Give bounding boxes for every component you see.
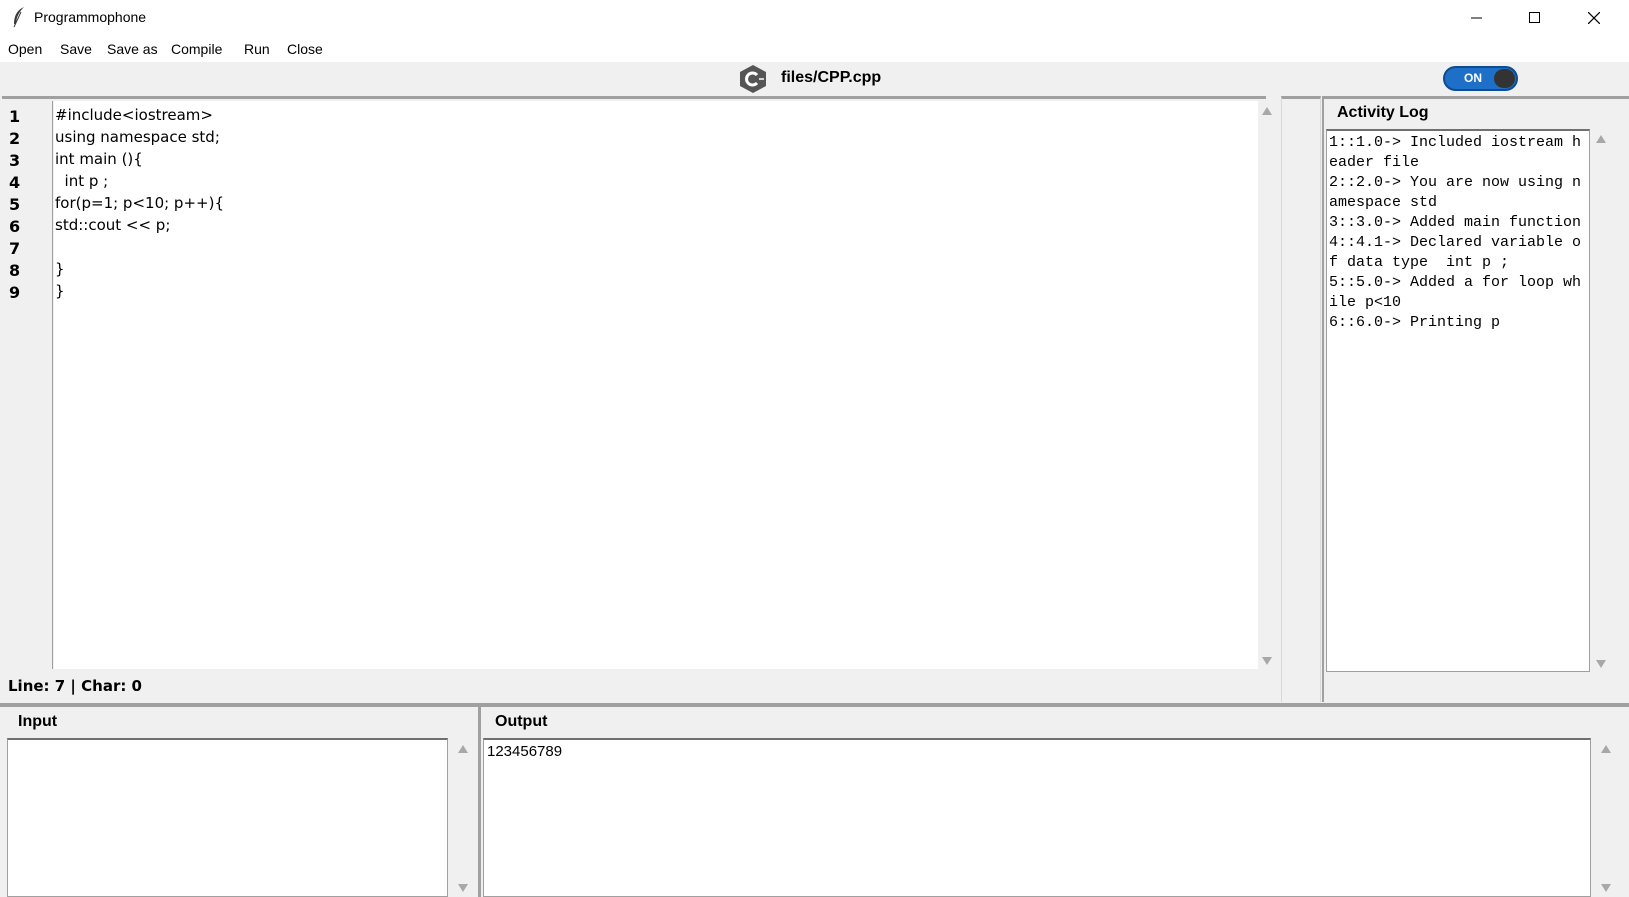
window-title: Programmophone	[34, 9, 147, 25]
scroll-up-icon[interactable]	[1596, 135, 1606, 143]
code-line: int p ;	[55, 172, 109, 190]
code-line: }	[55, 260, 65, 278]
toggle-label: ON	[1464, 71, 1482, 85]
app-window: Programmophone Open Save Save as Compile…	[0, 0, 1629, 897]
toggle-knob	[1494, 69, 1515, 88]
code-line: for(p=1; p<10; p++){	[55, 194, 224, 212]
line-number: 6	[9, 217, 21, 236]
scroll-down-icon[interactable]	[1601, 884, 1611, 892]
menu-save[interactable]: Save	[60, 41, 92, 57]
line-number: 1	[9, 107, 21, 126]
line-number: 9	[9, 283, 21, 302]
minimize-icon	[1471, 17, 1482, 18]
maximize-icon	[1529, 11, 1540, 23]
line-number: 4	[9, 173, 21, 192]
line-number: 7	[9, 239, 21, 258]
cpp-language-icon	[740, 65, 766, 93]
minimize-button[interactable]	[1448, 0, 1506, 35]
scroll-down-icon[interactable]	[1596, 660, 1606, 668]
editor-scrollbar[interactable]	[1258, 101, 1278, 669]
line-number: 2	[9, 129, 21, 148]
close-window-button[interactable]	[1565, 0, 1623, 35]
activity-log-title: Activity Log	[1337, 104, 1429, 121]
log-entry: 3::3.0-> Added main function	[1329, 214, 1582, 231]
log-scrollbar[interactable]	[1592, 129, 1612, 672]
code-line: std::cout << p;	[55, 216, 171, 234]
code-editor: 1 2 3 4 5 6 7 8 9 #include<iostream> usi…	[2, 96, 1278, 706]
log-entry: 5::5.0-> Added a for loop while p<10	[1329, 274, 1582, 311]
panel-spacer	[1281, 96, 1321, 702]
cursor-position-status: Line: 7 | Char: 0	[8, 677, 142, 695]
code-line: #include<iostream>	[55, 106, 213, 124]
output-panel: Output 123456789	[481, 707, 1629, 897]
code-line: int main (){	[55, 150, 143, 168]
menu-compile[interactable]: Compile	[171, 41, 222, 57]
scroll-up-icon[interactable]	[1601, 745, 1611, 753]
input-panel: Input	[4, 707, 478, 897]
scroll-down-icon[interactable]	[1262, 657, 1272, 665]
log-entry: 6::6.0-> Printing p	[1329, 314, 1501, 331]
file-header: files/CPP.cpp ON	[0, 62, 1629, 96]
file-name: files/CPP.cpp	[781, 69, 882, 86]
code-line: using namespace std;	[55, 128, 220, 146]
menu-close[interactable]: Close	[287, 41, 323, 57]
menu-run[interactable]: Run	[244, 41, 270, 57]
menu-save-as[interactable]: Save as	[107, 41, 158, 57]
on-off-toggle[interactable]: ON	[1443, 66, 1518, 91]
feather-icon	[13, 7, 24, 28]
title-bar: Programmophone	[0, 0, 1629, 35]
menu-open[interactable]: Open	[8, 41, 42, 57]
log-entry: 4::4.1-> Declared variable of data type …	[1329, 234, 1582, 271]
maximize-button[interactable]	[1506, 0, 1564, 35]
input-text-area[interactable]	[7, 738, 448, 897]
output-scrollbar[interactable]	[1597, 738, 1617, 897]
code-line: }	[55, 282, 65, 300]
input-scrollbar[interactable]	[454, 738, 474, 897]
close-icon	[1588, 11, 1600, 24]
code-text-area[interactable]: #include<iostream> using namespace std; …	[54, 101, 1258, 669]
line-number: 3	[9, 151, 21, 170]
line-number: 8	[9, 261, 21, 280]
output-text-area[interactable]: 123456789	[483, 738, 1591, 897]
log-entry: 1::1.0-> Included iostream header file	[1329, 134, 1582, 171]
scroll-up-icon[interactable]	[458, 745, 468, 753]
scroll-down-icon[interactable]	[458, 884, 468, 892]
output-title: Output	[495, 713, 548, 730]
log-entry: 2::2.0-> You are now using namespace std	[1329, 174, 1582, 211]
menu-bar: Open Save Save as Compile Run Close	[0, 35, 1629, 62]
line-number-gutter: 1 2 3 4 5 6 7 8 9	[5, 101, 53, 669]
scroll-up-icon[interactable]	[1262, 107, 1272, 115]
activity-log-text[interactable]: 1::1.0-> Included iostream header file 2…	[1326, 129, 1590, 672]
line-number: 5	[9, 195, 21, 214]
activity-log-panel: Activity Log 1::1.0-> Included iostream …	[1322, 96, 1629, 702]
input-title: Input	[18, 713, 58, 730]
